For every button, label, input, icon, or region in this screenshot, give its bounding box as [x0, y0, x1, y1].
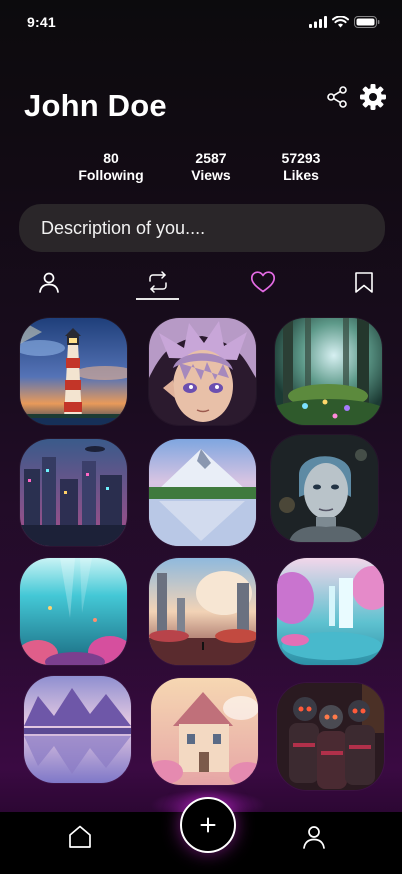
wifi-icon [332, 16, 349, 28]
coral-reef-image [20, 558, 127, 665]
gallery-item[interactable] [271, 435, 378, 542]
fantasy-landscape-image [149, 558, 256, 665]
gallery-item[interactable] [275, 318, 382, 425]
tab-profile[interactable] [27, 266, 71, 302]
stat-likes[interactable]: 57293 Likes [256, 150, 346, 184]
description-field[interactable]: Description of you.... [19, 204, 385, 252]
anime-portrait-image [149, 318, 256, 425]
status-bar: 9:41 [0, 0, 402, 44]
description-placeholder: Description of you.... [41, 217, 206, 238]
profile-stats: 80 Following 2587 Views 57293 Likes [0, 150, 402, 186]
tab-reposts[interactable] [136, 266, 180, 302]
gallery-item[interactable] [20, 318, 127, 425]
stat-views[interactable]: 2587 Views [166, 150, 256, 184]
gallery-grid [0, 0, 402, 874]
status-icons [309, 16, 380, 28]
gallery-item[interactable] [149, 558, 256, 665]
stat-following[interactable]: 80 Following [66, 150, 156, 184]
active-tab-indicator [136, 298, 179, 300]
gallery-item[interactable] [277, 558, 384, 665]
gallery-item[interactable] [149, 439, 256, 546]
status-time: 9:41 [27, 14, 56, 30]
heart-icon [250, 271, 276, 293]
robots-image [277, 683, 384, 790]
waterfall-image [277, 558, 384, 665]
purple-mountains-image [24, 676, 131, 783]
pastel-house-image [151, 678, 258, 785]
signal-icon [309, 16, 327, 28]
gallery-item[interactable] [20, 439, 127, 546]
bookmark-icon [355, 272, 373, 293]
share-icon[interactable] [325, 85, 349, 109]
home-icon[interactable] [67, 824, 93, 850]
gallery-item[interactable] [24, 676, 131, 783]
gallery-item[interactable] [151, 678, 258, 785]
gallery-item[interactable] [149, 318, 256, 425]
city-image [20, 439, 127, 546]
user-icon [39, 272, 59, 293]
create-post-button[interactable] [180, 797, 236, 853]
android-portrait-image [271, 435, 378, 542]
user-icon[interactable] [302, 824, 326, 850]
mountain-lake-image [149, 439, 256, 546]
gear-icon[interactable] [359, 83, 387, 111]
plus-icon [200, 817, 216, 833]
profile-tabs [0, 266, 402, 302]
tab-saved[interactable] [342, 266, 386, 302]
forest-image [275, 318, 382, 425]
profile-name: John Doe [24, 88, 167, 123]
stat-label: Views [191, 167, 231, 183]
gallery-item[interactable] [20, 558, 127, 665]
repost-icon [149, 271, 167, 293]
stat-label: Following [78, 167, 144, 183]
stat-label: Likes [283, 167, 319, 183]
stat-value: 2587 [195, 150, 227, 166]
lighthouse-image [20, 318, 127, 425]
tab-likes[interactable] [241, 266, 285, 302]
battery-icon [354, 16, 380, 28]
stat-value: 80 [103, 150, 119, 166]
gallery-item[interactable] [277, 683, 384, 790]
stat-value: 57293 [281, 150, 321, 166]
